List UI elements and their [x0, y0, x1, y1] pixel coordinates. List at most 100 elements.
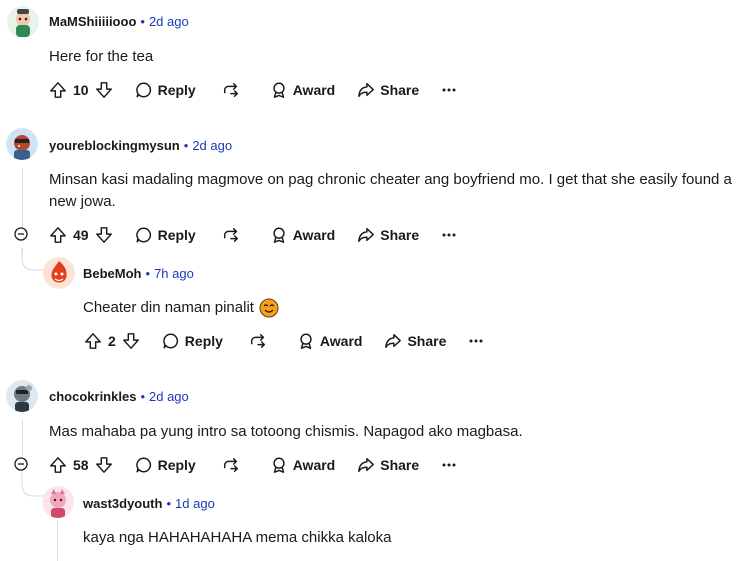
upvote-button[interactable]	[49, 223, 67, 247]
crosspost-icon	[250, 333, 265, 349]
award-icon	[273, 457, 285, 473]
thread-connector	[21, 248, 45, 271]
author-name[interactable]: wast3dyouth	[83, 496, 162, 511]
share-label: Share	[407, 333, 447, 349]
more-options-button[interactable]	[468, 329, 484, 353]
reply-button[interactable]: Reply	[162, 329, 223, 353]
reply-button[interactable]: Reply	[135, 78, 196, 102]
comment-body: Here for the tea	[49, 48, 154, 65]
award-button[interactable]: Award	[270, 223, 336, 247]
crosspost-button[interactable]	[249, 329, 267, 353]
timestamp[interactable]: 1d ago	[175, 496, 215, 511]
vote-count: 58	[73, 457, 89, 473]
reply-label: Reply	[157, 82, 196, 98]
comment-icon	[135, 457, 151, 473]
comment-meta: wast3dyouth • 1d ago	[83, 496, 215, 511]
crosspost-button[interactable]	[222, 453, 240, 477]
avatar[interactable]	[6, 128, 38, 160]
upvote-icon	[50, 457, 66, 473]
downvote-button[interactable]	[95, 223, 113, 247]
comment-body: Cheater din naman pinalit	[83, 297, 683, 319]
award-button[interactable]: Award	[297, 329, 363, 353]
comment-icon	[135, 82, 151, 98]
downvote-icon	[122, 333, 139, 349]
action-bar: 49 Reply Award Share	[49, 223, 457, 247]
reply-label: Reply	[157, 227, 196, 243]
upvote-button[interactable]	[49, 78, 67, 102]
comment-body: Minsan kasi madaling magmove on pag chro…	[49, 171, 732, 210]
avatar[interactable]	[42, 486, 74, 518]
timestamp[interactable]: 2d ago	[149, 389, 189, 404]
more-options-button[interactable]	[441, 453, 457, 477]
more-icon	[469, 339, 483, 343]
award-button[interactable]: Award	[270, 453, 335, 477]
crosspost-icon	[223, 227, 238, 243]
author-name[interactable]: MaMShiiiiiooo	[49, 14, 136, 29]
comment-icon	[163, 333, 178, 349]
separator: •	[145, 266, 151, 281]
collapse-icon[interactable]	[14, 457, 28, 471]
crosspost-button[interactable]	[222, 78, 240, 102]
reply-button[interactable]: Reply	[135, 223, 196, 247]
timestamp[interactable]: 2d ago	[149, 14, 189, 29]
separator: •	[140, 14, 145, 29]
share-label: Share	[380, 82, 420, 98]
more-icon	[442, 88, 456, 92]
vote-count: 49	[73, 227, 89, 243]
timestamp[interactable]: 7h ago	[154, 266, 194, 281]
comment-meta: BebeMoh • 7h ago	[83, 266, 194, 281]
share-button[interactable]: Share	[384, 329, 446, 353]
avatar[interactable]	[7, 6, 39, 38]
upvote-button[interactable]	[84, 329, 102, 353]
separator: •	[140, 389, 145, 404]
reply-button[interactable]: Reply	[135, 453, 196, 477]
award-icon	[300, 333, 312, 349]
share-label: Share	[380, 457, 420, 473]
crosspost-icon	[223, 82, 238, 98]
award-icon	[273, 82, 285, 98]
thread-line	[22, 420, 23, 456]
comment-body: kaya nga HAHAHAHAHA mema chikka kaloka	[83, 529, 392, 546]
author-name[interactable]: youreblockingmysun	[49, 138, 180, 153]
upvote-button[interactable]	[49, 453, 67, 477]
crosspost-button[interactable]	[222, 223, 240, 247]
share-label: Share	[380, 227, 420, 243]
award-label: Award	[292, 227, 336, 243]
share-icon	[358, 457, 375, 473]
share-icon	[358, 82, 375, 98]
more-options-button[interactable]	[441, 223, 457, 247]
share-icon	[385, 333, 402, 349]
avatar[interactable]	[6, 380, 38, 412]
share-button[interactable]: Share	[357, 453, 419, 477]
downvote-button[interactable]	[95, 78, 113, 102]
more-options-button[interactable]	[441, 78, 457, 102]
thread-connector	[21, 470, 45, 497]
comment-meta: MaMShiiiiiooo • 2d ago	[49, 14, 189, 29]
reply-label: Reply	[184, 333, 223, 349]
action-bar: 10 Reply Award Share	[49, 78, 457, 102]
author-name[interactable]: chocokrinkles	[49, 389, 136, 404]
comment-meta: youreblockingmysun • 2d ago	[49, 138, 232, 153]
timestamp[interactable]: 2d ago	[192, 138, 232, 153]
thread-line	[22, 168, 23, 236]
share-button[interactable]: Share	[357, 223, 419, 247]
comment-text: Cheater din naman pinalit	[83, 299, 254, 316]
downvote-button[interactable]	[95, 453, 113, 477]
award-button[interactable]: Award	[270, 78, 336, 102]
reply-label: Reply	[157, 457, 196, 473]
thread-line	[57, 520, 58, 561]
vote-count: 2	[108, 333, 116, 349]
upvote-icon	[50, 227, 66, 243]
downvote-button[interactable]	[122, 329, 140, 353]
crosspost-icon	[223, 457, 238, 473]
comment-body: Mas mahaba pa yung intro sa totoong chis…	[49, 423, 523, 440]
avatar[interactable]	[43, 257, 75, 289]
downvote-icon	[95, 82, 112, 98]
collapse-icon[interactable]	[14, 227, 28, 241]
award-label: Award	[319, 333, 363, 349]
award-label: Award	[292, 82, 336, 98]
author-name[interactable]: BebeMoh	[83, 266, 142, 281]
share-button[interactable]: Share	[357, 78, 419, 102]
action-bar: 58 Reply Award Share	[49, 453, 457, 477]
share-icon	[358, 227, 375, 243]
